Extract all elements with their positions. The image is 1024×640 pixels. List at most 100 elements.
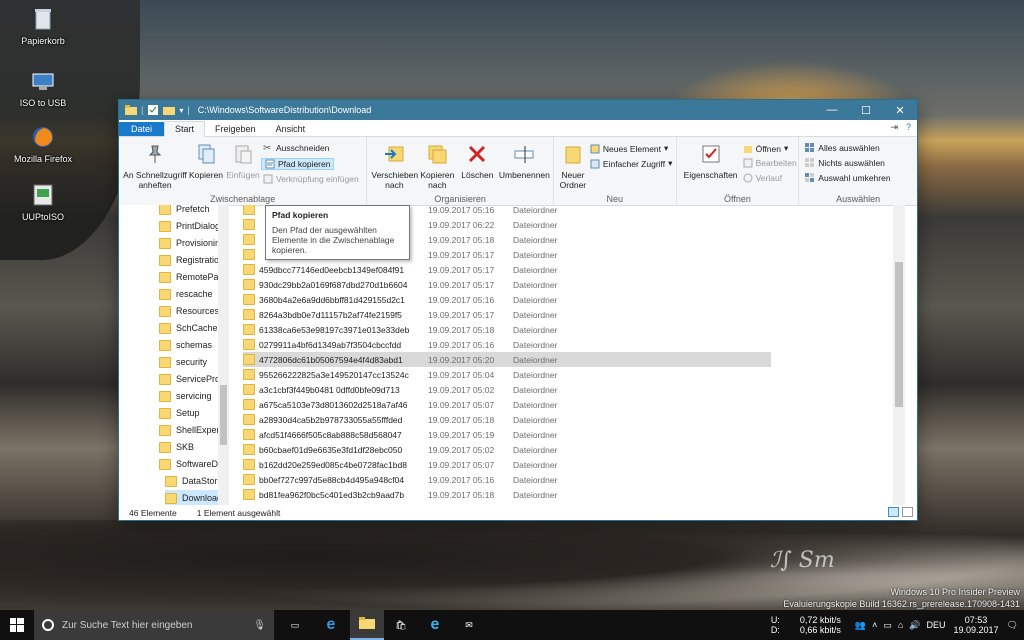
maximize-button[interactable]: ☐ [849,100,883,120]
chevron-up-icon[interactable]: ˄ [872,620,877,630]
copy-path-button[interactable]: Pfad kopieren [261,158,335,170]
minimize-button[interactable]: — [815,100,849,120]
file-row[interactable]: b60cbaef01d9e6635e3fd1df28ebc050 19.09.20… [243,442,771,457]
folder-icon [243,279,255,290]
desktop-icon-iso-to-usb[interactable]: ISO to USB [10,68,76,108]
select-all-button[interactable]: Alles auswählen [805,143,880,153]
paste-button[interactable]: Einfügen [225,143,261,180]
clock[interactable]: 07:53 19.09.2017 [954,615,999,635]
people-icon[interactable]: 👥 [855,620,866,631]
taskbar-search[interactable]: Zur Suche Text hier eingeben 🎙 [34,610,274,640]
file-list-scrollbar[interactable] [893,205,905,505]
desktop-icon-recycle-bin[interactable]: Papierkorb [10,6,76,46]
delete-button[interactable]: Löschen [459,143,495,180]
ribbon-pin-icon[interactable]: ⇥ [890,122,898,133]
new-item-button[interactable]: Neues Element ▾ [590,143,668,154]
store-button[interactable]: 🛍 [384,610,418,640]
move-to-button[interactable]: Verschieben nach [371,143,418,190]
battery-icon[interactable]: ▭ [883,620,892,631]
copy-button[interactable]: Kopieren [189,143,223,180]
file-date: 19.09.2017 05:18 [428,489,495,500]
file-row[interactable]: a3c1cbf3f449b0481 0dffd0bfe09d713 19.09.2… [243,382,771,397]
language-indicator[interactable]: DEU [927,620,946,630]
navigation-pane[interactable]: Prefetch PrintDialog Provisioning Registrat… [119,205,229,505]
select-all-icon [805,143,815,152]
cut-button[interactable]: ✂ Ausschneiden [263,143,329,154]
internet-explorer-icon: e [430,616,440,633]
paste-shortcut-button[interactable]: Verknüpfung einfügen [263,174,359,184]
file-row[interactable]: 955266222825a3e149520147cc13524c 19.09.20… [243,367,771,382]
edit-button[interactable]: Bearbeiten [743,158,797,168]
file-name: bb0ef727c997d5e88cb4d495a948cf04 [259,474,405,485]
volume-icon[interactable]: 🔊 [909,620,920,631]
tab-share[interactable]: Freigeben [205,122,266,136]
properties-button[interactable]: Eigenschaften [681,143,741,180]
file-name-cell: 930dc29bb2a0169f687dbd270d1b6604 [243,279,428,290]
large-icons-view-icon[interactable] [902,507,913,517]
file-row[interactable]: bb0ef727c997d5e88cb4d495a948cf04 19.09.20… [243,472,771,487]
desktop-icon-uuptoiso[interactable]: UUPtoISO [10,182,76,222]
microphone-icon[interactable]: 🎙 [253,620,266,631]
file-row[interactable]: a28930d4ca5b2b978733055a55fffded 19.09.20… [243,412,771,427]
scrollbar-thumb[interactable] [895,262,903,407]
task-view-button[interactable]: ▭ [278,610,312,640]
file-row[interactable]: 61338ca6e53e98197c3971e013e33deb 19.09.20… [243,322,771,337]
new-folder-label: Neuer Ordner [559,170,587,190]
new-folder-icon [565,146,581,164]
properties-icon[interactable] [147,104,159,116]
explorer-window[interactable]: | ▾ | C:\Windows\SoftwareDistribution\Do… [119,100,917,520]
clock-time: 07:53 [964,615,988,625]
file-name-cell: a675ca5103e73d8013602d2518a7af46 [243,399,428,410]
file-type: Dateiordner [513,489,558,500]
easy-access-button[interactable]: Einfacher Zugriff ▾ [590,158,672,169]
network-icon[interactable]: ⌂ [898,620,903,630]
file-date: 19.09.2017 05:07 [428,399,495,410]
file-row[interactable]: 930dc29bb2a0169f687dbd270d1b6604 19.09.20… [243,277,771,292]
scrollbar-thumb[interactable] [220,385,227,445]
nav-item-label: DataStore [182,476,223,486]
title-bar[interactable]: | ▾ | C:\Windows\SoftwareDistribution\Do… [119,100,917,120]
copy-to-button[interactable]: Kopieren nach [417,143,457,190]
file-row[interactable]: 3680b4a2e6a9dd6bbff81d429155d2c1 19.09.20… [243,292,771,307]
file-type: Dateiordner [513,264,558,275]
ie-button[interactable]: e [418,610,452,640]
open-button[interactable]: Öffnen ▾ [743,143,788,154]
file-row[interactable]: afcd51f4666f505c8ab888c58d568047 19.09.20… [243,427,771,442]
pin-quick-access-button[interactable]: An Schnellzugriff anheften [123,143,187,190]
tab-file[interactable]: Datei [119,122,165,136]
history-button[interactable]: Verlauf [743,173,782,183]
navigation-scrollbar[interactable] [218,205,229,505]
details-view-icon[interactable] [888,507,899,517]
file-row[interactable]: 4772806dc61b05067594e4f4d83abd1 19.09.201… [243,352,771,367]
rename-button[interactable]: Umbenennen [497,143,551,180]
file-date: 19.09.2017 05:17 [428,279,495,290]
file-type: Dateiordner [513,294,558,305]
file-date: 19.09.2017 05:17 [428,249,495,260]
edge-button[interactable]: e [314,610,348,640]
desktop-icon-firefox[interactable]: Mozilla Firefox [10,124,76,164]
close-button[interactable]: ✕ [883,100,917,120]
file-row[interactable]: 8264a3bdb0e7d11157b2af74fe2159f5 19.09.20… [243,307,771,322]
file-type: Dateiordner [513,384,558,395]
invert-selection-button[interactable]: Auswahl umkehren [805,173,891,183]
file-row[interactable]: bd81fea962f0bc5c401ed3b2cb9aad7b 19.09.20… [243,487,771,502]
new-folder-icon[interactable] [163,104,176,116]
new-folder-button[interactable]: Neuer Ordner [556,143,590,190]
file-row[interactable]: b162dd20e259ed085c4be0728fac1bd8 19.09.20… [243,457,771,472]
notification-icon[interactable]: 🗨 [1007,620,1018,631]
explorer-button[interactable] [350,610,384,640]
help-icon[interactable]: ? [906,122,911,133]
folder-icon [159,322,171,334]
start-button[interactable] [0,610,34,640]
mail-button[interactable]: ✉ [452,610,486,640]
file-row[interactable]: 459dbcc77146ed0eebcb1349ef084f91 19.09.20… [243,262,771,277]
select-none-button[interactable]: Nichts auswählen [805,158,885,168]
file-row[interactable]: a675ca5103e73d8013602d2518a7af46 19.09.20… [243,397,771,412]
file-row[interactable]: 0279911a4bf6d1349ab7f3504cbccfdd 19.09.20… [243,337,771,352]
delete-label: Löschen [461,170,494,180]
qa-dropdown-icon[interactable]: ▾ [179,106,183,115]
group-label-select: Auswählen [836,194,881,204]
file-name-cell: a3c1cbf3f449b0481 0dffd0bfe09d713 [243,384,428,395]
tab-view[interactable]: Ansicht [266,122,316,136]
tab-start[interactable]: Start [164,121,206,137]
